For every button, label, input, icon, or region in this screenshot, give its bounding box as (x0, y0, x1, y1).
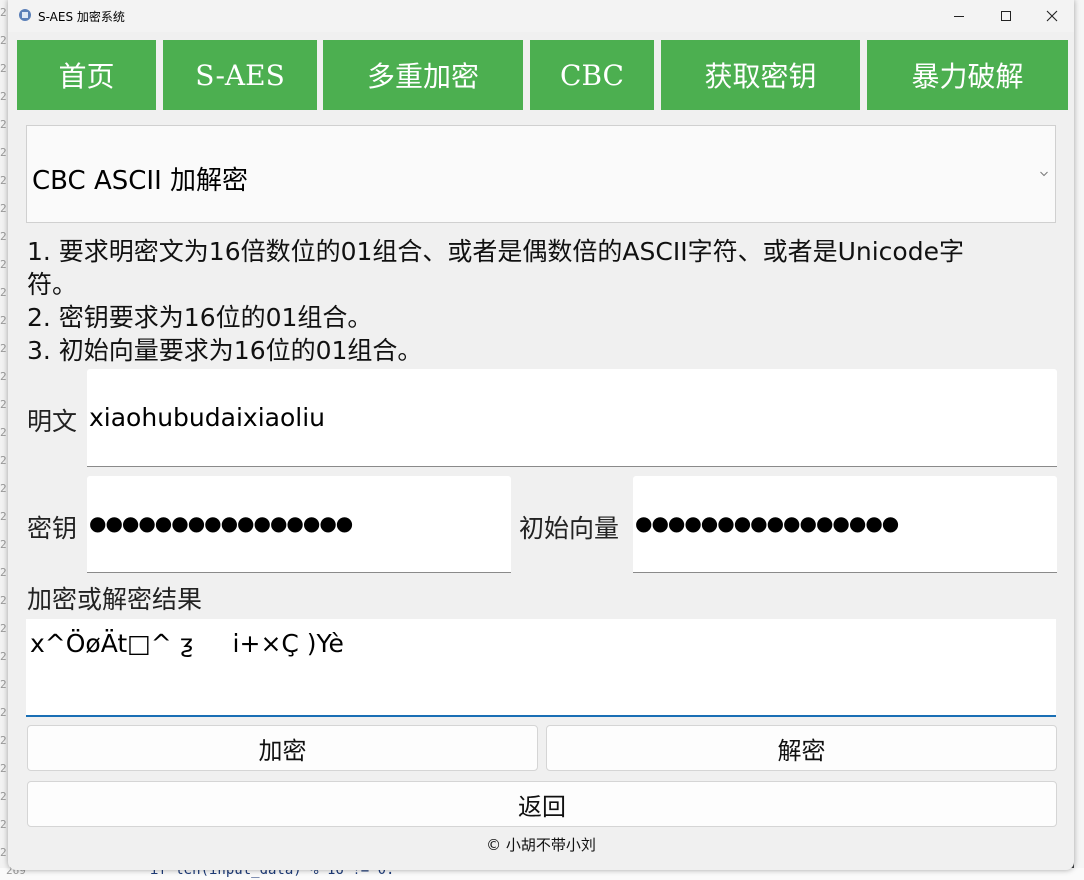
key-input[interactable]: ●●●●●●●●●●●●●●●● (87, 476, 511, 573)
bg-line-number: 2 (0, 790, 7, 803)
bg-line-number: 2 (0, 370, 7, 383)
result-value: x^ÖøÄt□^ ƺ i+×Ç )Yè (30, 629, 344, 658)
key-masked-value: ●●●●●●●●●●●●●●●● (89, 511, 353, 535)
bg-line-number: 2 (0, 678, 7, 691)
app-window: S-AES 加密系统 首页 S-AES 多重加密 CBC 获取密钥 暴力破解 C… (8, 0, 1074, 870)
bg-line-number: 2 (0, 286, 7, 299)
bg-line-number: 2 (0, 230, 7, 243)
nav-cbc-button[interactable]: CBC (530, 40, 654, 110)
bg-line-number: 2 (0, 706, 7, 719)
bg-line-number: 2 (0, 482, 7, 495)
bg-line-number: 2 (0, 90, 7, 103)
bg-line-number: 2 (0, 454, 7, 467)
encrypt-button[interactable]: 加密 (27, 725, 538, 771)
maximize-button[interactable] (983, 0, 1029, 32)
instruction-line-3: 3. 初始向量要求为16位的01组合。 (27, 336, 423, 365)
footer-copyright: © 小胡不带小刘 (486, 836, 596, 854)
bg-line-number: 2 (0, 650, 7, 663)
bg-line-number: 2 (0, 734, 7, 747)
plaintext-value: xiaohubudaixiaoliu (89, 403, 325, 432)
close-button[interactable] (1029, 0, 1074, 32)
bg-line-number: 2 (0, 818, 7, 831)
key-label: 密钥 (27, 514, 78, 543)
bg-line-number: 2 (0, 622, 7, 635)
bg-line-number: 2 (0, 510, 7, 523)
bg-line-number: 2 (0, 146, 7, 159)
bg-line-number: 2 (0, 174, 7, 187)
mode-select[interactable]: CBC ASCII 加解密 (26, 125, 1056, 223)
bg-line-number: 2 (0, 314, 7, 327)
mode-select-value: CBC ASCII 加解密 (32, 166, 248, 196)
decrypt-button[interactable]: 解密 (546, 725, 1057, 771)
bg-line-number: 2 (0, 202, 7, 215)
result-label: 加密或解密结果 (27, 585, 203, 614)
app-icon (19, 9, 31, 21)
plaintext-label: 明文 (27, 407, 78, 436)
nav-brute-force-button[interactable]: 暴力破解 (867, 40, 1068, 110)
back-button[interactable]: 返回 (27, 781, 1057, 827)
bg-line-number: 2 (0, 342, 7, 355)
bg-line-number: 2 (0, 118, 7, 131)
minimize-button[interactable] (936, 0, 982, 32)
close-icon (1046, 10, 1058, 22)
plaintext-input[interactable]: xiaohubudaixiaoliu (87, 369, 1057, 467)
iv-input[interactable]: ●●●●●●●●●●●●●●●● (633, 476, 1057, 573)
instruction-line-1-wrap: 符。 (27, 270, 78, 299)
nav-multi-encrypt-button[interactable]: 多重加密 (323, 40, 523, 110)
result-output[interactable]: x^ÖøÄt□^ ƺ i+×Ç )Yè (26, 619, 1056, 717)
nav-saes-button[interactable]: S-AES (163, 40, 317, 110)
background-ide-panel (1074, 0, 1084, 880)
nav-home-button[interactable]: 首页 (17, 40, 156, 110)
bg-line-number: 2 (0, 398, 7, 411)
minimize-icon (954, 16, 964, 17)
iv-masked-value: ●●●●●●●●●●●●●●●● (635, 511, 899, 535)
nav-get-key-button[interactable]: 获取密钥 (661, 40, 860, 110)
bg-line-number: 2 (0, 846, 7, 859)
chevron-down-icon (1040, 171, 1048, 177)
bg-line-number: 2 (0, 6, 7, 19)
bg-line-number: 2 (0, 62, 7, 75)
maximize-icon (1001, 11, 1011, 21)
bg-line-number: 2 (0, 566, 7, 579)
bg-line-number: 2 (0, 762, 7, 775)
title-bar[interactable]: S-AES 加密系统 (8, 0, 1074, 32)
instruction-line-2: 2. 密钥要求为16位的01组合。 (27, 303, 373, 332)
bg-line-number: 2 (0, 594, 7, 607)
iv-label: 初始向量 (519, 514, 620, 543)
bg-line-number: 2 (0, 538, 7, 551)
instruction-line-1: 1. 要求明密文为16倍数位的01组合、或者是偶数倍的ASCII字符、或者是Un… (27, 237, 964, 266)
window-title: S-AES 加密系统 (38, 10, 125, 24)
bg-line-number: 2 (0, 258, 7, 271)
bg-line-number: 2 (0, 426, 7, 439)
bg-line-number: 2 (0, 34, 7, 47)
